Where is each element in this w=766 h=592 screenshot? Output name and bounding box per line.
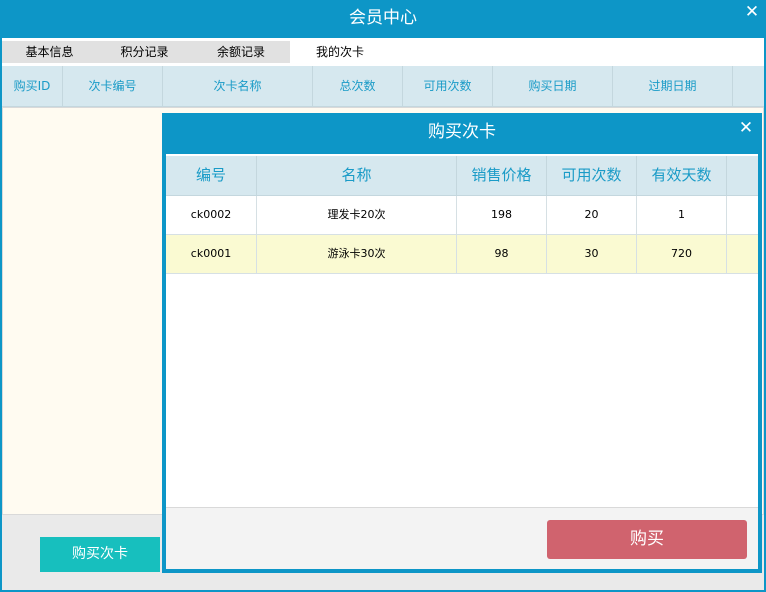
table-row[interactable]: ck0002 理发卡20次 198 20 1 — [166, 196, 758, 235]
dialog-footer: 购买 — [166, 507, 758, 569]
close-icon[interactable]: ✕ — [744, 4, 760, 21]
tab-balance-record[interactable]: 余额记录 — [192, 41, 290, 63]
tab-basic-info[interactable]: 基本信息 — [2, 41, 97, 63]
column-header[interactable]: 次卡名称 — [163, 66, 313, 106]
buy-button[interactable]: 购买 — [547, 520, 747, 559]
column-header[interactable]: 次卡编号 — [63, 66, 163, 106]
column-header[interactable]: 可用次数 — [547, 156, 637, 195]
window-title: 会员中心 — [349, 8, 417, 28]
card-grid-header: 编号 名称 销售价格 可用次数 有效天数 — [166, 156, 758, 196]
card-valid-days: 720 — [637, 235, 727, 273]
column-header[interactable]: 名称 — [257, 156, 457, 195]
tab-bar: 基本信息 积分记录 余额记录 我的次卡 — [2, 38, 764, 66]
buy-card-dialog: 购买次卡 ✕ 编号 名称 销售价格 可用次数 有效天数 ck0002 理发卡20… — [162, 113, 762, 573]
card-name: 游泳卡30次 — [257, 235, 457, 273]
buy-card-button[interactable]: 购买次卡 — [40, 537, 160, 572]
card-uses: 20 — [547, 196, 637, 234]
dialog-content: 编号 名称 销售价格 可用次数 有效天数 ck0002 理发卡20次 198 2… — [166, 154, 758, 569]
column-header[interactable]: 有效天数 — [637, 156, 727, 195]
column-header[interactable]: 总次数 — [313, 66, 403, 106]
column-header[interactable]: 销售价格 — [457, 156, 547, 195]
card-name: 理发卡20次 — [257, 196, 457, 234]
card-uses: 30 — [547, 235, 637, 273]
dialog-close-icon[interactable]: ✕ — [738, 120, 754, 137]
card-price: 98 — [457, 235, 547, 273]
card-code: ck0002 — [166, 196, 257, 234]
card-valid-days: 1 — [637, 196, 727, 234]
dialog-title: 购买次卡 — [428, 122, 496, 142]
tab-points-record[interactable]: 积分记录 — [97, 41, 192, 63]
column-header[interactable]: 编号 — [166, 156, 257, 195]
column-header[interactable]: 过期日期 — [613, 66, 733, 106]
column-header[interactable]: 购买ID — [2, 66, 63, 106]
card-price: 198 — [457, 196, 547, 234]
member-card-table-header: 购买ID 次卡编号 次卡名称 总次数 可用次数 购买日期 过期日期 — [2, 66, 764, 107]
card-code: ck0001 — [166, 235, 257, 273]
column-header[interactable]: 购买日期 — [493, 66, 613, 106]
column-header[interactable]: 可用次数 — [403, 66, 493, 106]
member-center-window: 会员中心 ✕ 基本信息 积分记录 余额记录 我的次卡 购买ID 次卡编号 次卡名… — [0, 0, 766, 592]
table-row[interactable]: ck0001 游泳卡30次 98 30 720 — [166, 235, 758, 274]
tab-my-cards[interactable]: 我的次卡 — [290, 41, 390, 63]
